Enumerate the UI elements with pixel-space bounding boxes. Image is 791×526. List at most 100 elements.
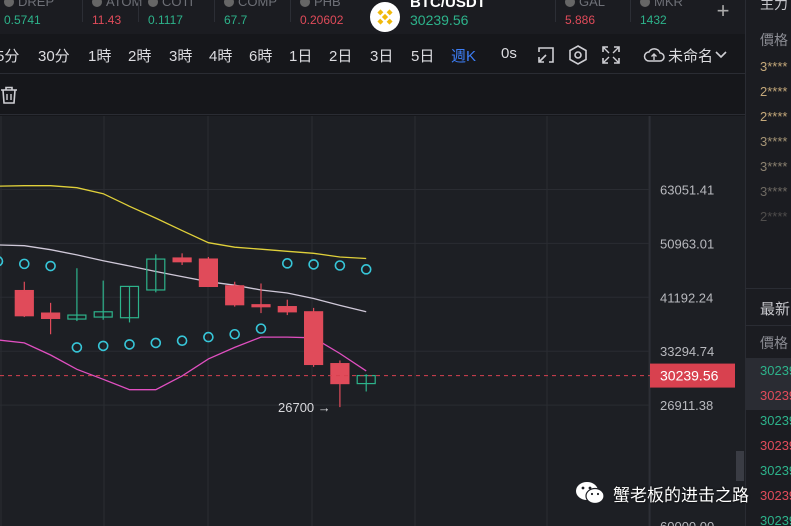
cloud-icon[interactable] xyxy=(642,44,666,66)
trade-price: 30239 xyxy=(760,463,791,478)
ticker-price: 5.886 xyxy=(565,13,596,27)
timeframe-3日[interactable]: 3日 xyxy=(370,45,393,66)
ticker-name: MKR xyxy=(654,0,683,9)
candle[interactable] xyxy=(93,280,113,320)
candle[interactable] xyxy=(172,253,192,265)
candle[interactable] xyxy=(198,256,218,288)
candle[interactable] xyxy=(40,302,61,335)
trade-price: 30239 xyxy=(760,363,791,378)
binance-logo-icon xyxy=(370,2,400,32)
ticker-price: 67.7 xyxy=(224,13,248,27)
y-tick-label: 33294.74 xyxy=(660,344,714,359)
timeframe-1時[interactable]: 1時 xyxy=(88,45,111,66)
candle[interactable] xyxy=(277,299,297,316)
wechat-icon xyxy=(576,482,605,505)
trade-price: 30239 xyxy=(760,388,791,403)
candle[interactable] xyxy=(67,268,87,322)
order-book-panel: 主力 價格 3**** 2**** 2**** 3**** 3**** 3**** 2**** 最… xyxy=(745,0,791,526)
candle[interactable] xyxy=(225,281,245,307)
layout-name[interactable]: 未命名 xyxy=(668,45,713,66)
fullscreen-icon[interactable] xyxy=(600,44,622,66)
book-entry: 3**** xyxy=(760,59,788,74)
settings-icon[interactable] xyxy=(567,44,589,66)
timeframe-6時[interactable]: 6時 xyxy=(249,45,272,66)
candle[interactable] xyxy=(330,360,350,408)
col-price-header: 價格 xyxy=(760,32,788,48)
sar-dot xyxy=(229,328,240,340)
delete-icon[interactable] xyxy=(0,84,20,106)
timeframe-30分[interactable]: 30分 xyxy=(38,45,70,66)
ticker-divider xyxy=(555,0,556,22)
ticker-divider xyxy=(82,0,83,22)
y-tick-label: 63051.41 xyxy=(660,182,714,197)
price-scale-handle[interactable] xyxy=(736,451,744,481)
ticker-divider xyxy=(138,0,139,22)
sar-dot xyxy=(334,260,346,271)
trade-price: 30239 xyxy=(760,513,791,526)
book-entry: 3**** xyxy=(760,159,788,174)
drawing-row xyxy=(0,75,745,115)
panel-divider xyxy=(746,325,791,326)
timeframe-週K[interactable]: 週K xyxy=(451,45,476,66)
sar-dot xyxy=(281,258,293,269)
col-price-header: 價格 xyxy=(760,335,788,351)
timeframe-5分[interactable]: 5分 xyxy=(0,45,19,66)
candle[interactable] xyxy=(304,307,324,367)
y-tick-label: 41192.24 xyxy=(660,290,713,305)
timeframe-1日[interactable]: 1日 xyxy=(289,45,312,66)
timeframe-3時[interactable]: 3時 xyxy=(169,45,192,66)
chart-grid xyxy=(0,116,651,526)
ticker-price: 11.43 xyxy=(92,13,122,27)
coin-icon xyxy=(148,0,158,7)
timeframe-2日[interactable]: 2日 xyxy=(329,45,352,66)
candle[interactable] xyxy=(356,374,376,392)
book-entry: 3**** xyxy=(760,134,788,149)
coin-icon xyxy=(4,0,14,7)
coin-icon xyxy=(640,0,650,7)
ticker-price: 0.1117 xyxy=(148,13,183,27)
ticker-price: 1432 xyxy=(640,13,667,27)
trade-price: 30239 xyxy=(760,488,791,503)
timeframe-0s[interactable]: 0s xyxy=(501,45,517,62)
timeframe-4時[interactable]: 4時 xyxy=(209,45,232,66)
trade-price: 30239 xyxy=(760,438,791,453)
timeframe-5日[interactable]: 5日 xyxy=(411,45,434,66)
candlestick-chart[interactable]: 63051.41 50963.01 41192.24 33294.74 26911.38… xyxy=(0,116,745,526)
panel-title: 主力 xyxy=(760,0,788,12)
coin-icon xyxy=(300,0,310,7)
ticker-divider xyxy=(290,0,291,22)
sar-dot xyxy=(255,323,267,334)
sar-dot xyxy=(18,258,30,270)
price-chart[interactable]: 63051.41 50963.01 41192.24 33294.74 26911.38… xyxy=(0,116,745,526)
sar-dot xyxy=(124,339,135,350)
sar-dot xyxy=(308,259,319,270)
symbol-price: 30239.56 xyxy=(410,12,469,28)
sar-dot xyxy=(176,335,188,347)
y-tick-label: 26911.38 xyxy=(660,398,713,413)
sar-dot xyxy=(97,340,109,352)
coin-icon xyxy=(565,0,575,7)
low-marker-label: 26700 → xyxy=(278,400,331,415)
coin-icon xyxy=(224,0,234,7)
expand-icon[interactable] xyxy=(535,44,557,66)
sar-dot xyxy=(71,342,83,353)
add-symbol-icon[interactable]: + xyxy=(712,0,734,23)
candle[interactable] xyxy=(119,285,140,323)
ticker-name: COTI xyxy=(162,0,194,9)
ticker-name: PHB xyxy=(314,0,341,9)
coin-icon xyxy=(92,0,102,7)
y-tick-label: 50963.01 xyxy=(660,236,714,251)
latest-trades-title: 最新 xyxy=(760,301,791,318)
ticker-name: GAL xyxy=(579,0,606,9)
chevron-down-icon[interactable] xyxy=(713,48,729,62)
timeframe-2時[interactable]: 2時 xyxy=(128,45,151,66)
y-tick-label: 60000.00 xyxy=(660,519,714,526)
book-entry: 3**** xyxy=(760,184,788,199)
symbol-name: BTC/USDT xyxy=(410,0,486,11)
book-entry: 2**** xyxy=(760,84,788,99)
panel-divider xyxy=(746,288,791,289)
candle[interactable] xyxy=(14,281,34,318)
candle[interactable] xyxy=(251,283,271,314)
book-entry: 2**** xyxy=(760,209,788,224)
sar-dot xyxy=(360,264,372,275)
